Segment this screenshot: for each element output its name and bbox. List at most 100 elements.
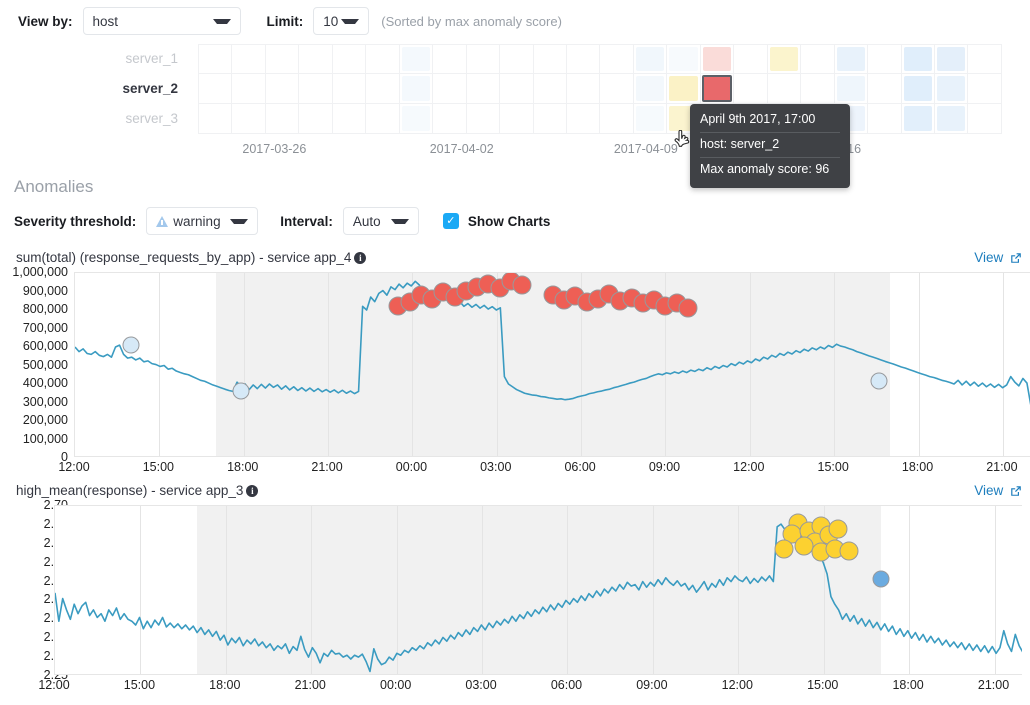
swimlane-cell[interactable] [968, 104, 1001, 134]
y-tick-7: 700,000 [23, 321, 68, 335]
swimlane-cell[interactable] [333, 44, 366, 74]
swimlane-cell[interactable] [935, 74, 968, 104]
swimlane-cell[interactable] [734, 74, 767, 104]
swimlane-cell[interactable] [534, 44, 567, 74]
view-link[interactable]: View [974, 483, 1022, 498]
swimlane-cell[interactable] [232, 74, 265, 104]
anomaly-marker-low[interactable] [871, 372, 888, 389]
anomaly-marker-critical[interactable] [513, 276, 532, 295]
swimlane-cell[interactable] [433, 44, 466, 74]
swimlane-cell[interactable] [299, 104, 332, 134]
swimlane-cell[interactable] [801, 74, 834, 104]
interval-select[interactable]: Auto [343, 207, 419, 235]
swimlane-cell[interactable] [701, 44, 734, 74]
swimlane-cell[interactable] [198, 104, 232, 134]
anomaly-marker-minor[interactable] [872, 570, 889, 587]
swimlane-cell[interactable] [467, 104, 500, 134]
swimlane-cell[interactable] [868, 44, 901, 74]
swimlane-cell[interactable] [198, 44, 232, 74]
swimlane-cell[interactable] [902, 44, 935, 74]
swimlane-cell[interactable] [801, 44, 834, 74]
anomaly-marker-low[interactable] [123, 337, 140, 354]
swimlane-cell[interactable] [835, 44, 868, 74]
swimlane-cell[interactable] [835, 74, 868, 104]
swimlane-cell[interactable] [299, 74, 332, 104]
swimlane-cell[interactable] [500, 104, 533, 134]
swimlane-cell[interactable] [232, 44, 265, 74]
swimlane-cell[interactable] [500, 74, 533, 104]
swimlane-x-tick-1: 2017-04-02 [430, 142, 494, 156]
chart-header: high_mean(response) - service app_3i Vie… [0, 483, 1030, 505]
swimlane-cell-selected[interactable] [701, 74, 734, 104]
swimlane-cell[interactable] [400, 44, 433, 74]
anomaly-marker-low[interactable] [232, 383, 249, 400]
swimlane-cell[interactable] [567, 44, 600, 74]
swimlane-cell[interactable] [868, 74, 901, 104]
x-tick-0: 12:00 [38, 678, 69, 692]
swimlane-cell[interactable] [333, 74, 366, 104]
anomaly-marker-warning[interactable] [828, 519, 847, 538]
chevron-down-icon [391, 219, 409, 224]
swimlane-cell[interactable] [534, 74, 567, 104]
swimlane-cell[interactable] [266, 74, 299, 104]
swimlane-cell[interactable] [600, 44, 633, 74]
swimlane-cell[interactable] [734, 44, 767, 74]
swimlane-cell-swatch [702, 75, 732, 102]
chart-plot-area[interactable] [74, 272, 1030, 457]
swimlane-cell[interactable] [600, 74, 633, 104]
swimlane-grid[interactable] [198, 44, 1002, 134]
swimlane-cell[interactable] [634, 104, 667, 134]
swimlane-cell[interactable] [266, 104, 299, 134]
swimlane-cell[interactable] [968, 74, 1001, 104]
swimlane-cell[interactable] [299, 44, 332, 74]
swimlane-cell[interactable] [935, 44, 968, 74]
anomaly-marker-warning[interactable] [840, 542, 859, 561]
anomaly-marker-warning[interactable] [774, 540, 793, 559]
swimlane-chart[interactable]: server_1server_2server_3 2017-03-262017-… [0, 44, 1030, 166]
swimlane-cell[interactable] [467, 74, 500, 104]
swimlane-cell[interactable] [902, 104, 935, 134]
swimlane-cell[interactable] [534, 104, 567, 134]
swimlane-cell[interactable] [902, 74, 935, 104]
swimlane-cell[interactable] [567, 104, 600, 134]
swimlane-cell[interactable] [366, 104, 399, 134]
swimlane-cell[interactable] [433, 104, 466, 134]
info-icon[interactable]: i [354, 252, 366, 264]
chart-title-text: high_mean(response) - service app_3 [16, 483, 243, 498]
view-link[interactable]: View [974, 250, 1022, 265]
swimlane-cell[interactable] [366, 44, 399, 74]
view-by-select[interactable]: host [83, 7, 241, 35]
swimlane-cell[interactable] [600, 104, 633, 134]
swimlane-cell[interactable] [467, 44, 500, 74]
swimlane-cell[interactable] [400, 104, 433, 134]
swimlane-cell[interactable] [433, 74, 466, 104]
swimlane-cell[interactable] [400, 74, 433, 104]
swimlane-cell[interactable] [667, 74, 700, 104]
swimlane-cell[interactable] [768, 74, 801, 104]
info-icon[interactable]: i [246, 485, 258, 497]
limit-select[interactable]: 10 [313, 7, 369, 35]
chart-title: sum(total) (response_requests_by_app) - … [16, 250, 366, 265]
anomaly-marker-critical[interactable] [678, 298, 697, 317]
swimlane-cell[interactable] [868, 104, 901, 134]
chart-plot-area[interactable] [54, 505, 1022, 675]
swimlane-cell[interactable] [232, 104, 265, 134]
show-charts-checkbox[interactable]: ✓ [443, 213, 459, 229]
x-tick-5: 03:00 [465, 678, 496, 692]
swimlane-cell[interactable] [198, 74, 232, 104]
swimlane-cell[interactable] [500, 44, 533, 74]
severity-threshold-select[interactable]: warning [146, 207, 258, 235]
show-charts-label[interactable]: Show Charts [468, 214, 551, 229]
swimlane-cell[interactable] [567, 74, 600, 104]
swimlane-cell[interactable] [366, 74, 399, 104]
swimlane-cell[interactable] [634, 44, 667, 74]
swimlane-cell[interactable] [634, 74, 667, 104]
swimlane-cell[interactable] [935, 104, 968, 134]
swimlane-x-tick-2: 2017-04-09 [614, 142, 678, 156]
swimlane-cell[interactable] [333, 104, 366, 134]
swimlane-cell[interactable] [266, 44, 299, 74]
swimlane-cell[interactable] [968, 44, 1001, 74]
swimlane-cell[interactable] [667, 44, 700, 74]
swimlane-cell[interactable] [768, 44, 801, 74]
x-tick-2: 18:00 [227, 460, 258, 474]
